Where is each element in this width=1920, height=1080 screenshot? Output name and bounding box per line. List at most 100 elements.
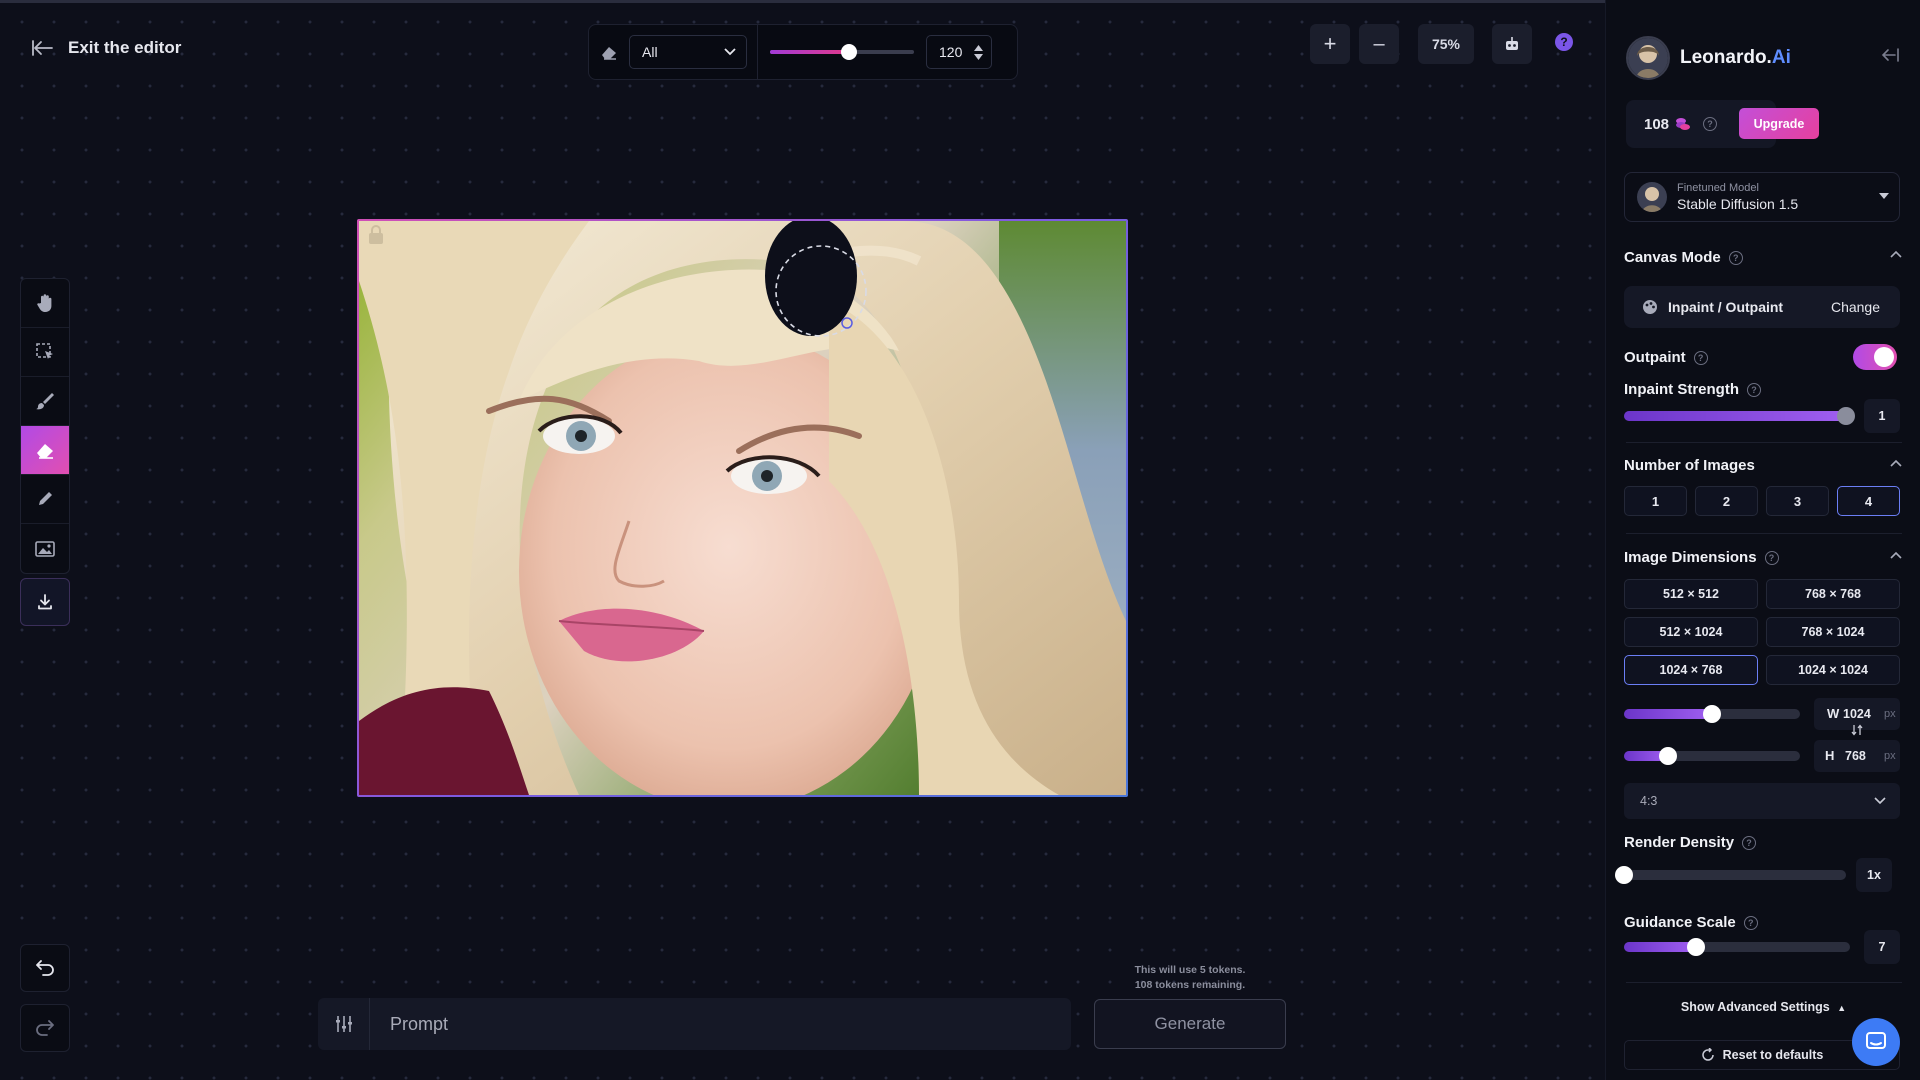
dimension-option-512x512[interactable]: 512 × 512 bbox=[1624, 579, 1758, 609]
select-tool-button[interactable] bbox=[21, 328, 69, 377]
dimension-option-512x1024[interactable]: 512 × 1024 bbox=[1624, 617, 1758, 647]
hand-icon bbox=[37, 294, 52, 312]
robot-button[interactable] bbox=[1492, 24, 1532, 64]
render-density-help-icon[interactable]: ? bbox=[1742, 835, 1757, 850]
model-selector[interactable]: Finetuned Model Stable Diffusion 1.5 bbox=[1624, 172, 1900, 222]
inpaint-strength-value[interactable]: 1 bbox=[1864, 399, 1900, 433]
dimension-option-1024x1024[interactable]: 1024 × 1024 bbox=[1766, 655, 1900, 685]
zoom-out-button[interactable]: – bbox=[1359, 24, 1399, 64]
num-images-option-2[interactable]: 2 bbox=[1695, 486, 1758, 516]
brush-size-fill bbox=[770, 50, 850, 54]
pencil-tool-button[interactable] bbox=[21, 475, 69, 524]
canvas-mode-title: Canvas Mode bbox=[1624, 249, 1721, 266]
eraser-tool-button[interactable] bbox=[21, 426, 69, 475]
width-slider[interactable] bbox=[1624, 705, 1800, 723]
dimensions-help-icon[interactable]: ? bbox=[1764, 550, 1779, 565]
eraser-icon bbox=[37, 444, 53, 459]
render-density-title: Render Density bbox=[1624, 834, 1735, 851]
undo-icon bbox=[36, 960, 54, 976]
chat-icon bbox=[1866, 1032, 1886, 1049]
reset-defaults-label: Reset to defaults bbox=[1722, 1048, 1824, 1062]
chevron-up-icon[interactable] bbox=[1890, 250, 1902, 258]
change-mode-button[interactable]: Change bbox=[1831, 299, 1880, 315]
generate-button[interactable]: Generate bbox=[1094, 999, 1286, 1049]
brush-size-input[interactable]: 120 bbox=[926, 35, 992, 69]
inpaint-strength-label: Inpaint Strength bbox=[1624, 381, 1739, 398]
zoom-in-button[interactable]: + bbox=[1310, 24, 1350, 64]
exit-editor-button[interactable]: Exit the editor bbox=[32, 38, 181, 58]
zoom-level-button[interactable]: 75% bbox=[1418, 24, 1474, 64]
num-images-option-4[interactable]: 4 bbox=[1837, 486, 1900, 516]
show-advanced-settings-button[interactable]: Show Advanced Settings ▲ bbox=[1606, 1000, 1920, 1014]
prompt-input[interactable] bbox=[370, 998, 1071, 1050]
render-density-slider[interactable] bbox=[1615, 866, 1846, 884]
stepper-icon[interactable] bbox=[974, 44, 983, 60]
outpaint-help-icon[interactable]: ? bbox=[1693, 350, 1708, 365]
dimension-option-768x768[interactable]: 768 × 768 bbox=[1766, 579, 1900, 609]
canvas-mode-help-icon[interactable]: ? bbox=[1728, 250, 1743, 265]
support-chat-button[interactable] bbox=[1852, 1018, 1900, 1066]
swap-dimensions-icon[interactable] bbox=[1851, 724, 1863, 736]
dimensions-title: Image Dimensions bbox=[1624, 549, 1757, 566]
section-divider bbox=[1626, 982, 1902, 983]
width-thumb[interactable] bbox=[1703, 705, 1721, 723]
brush-tool-button[interactable] bbox=[21, 377, 69, 426]
brush-size-slider[interactable] bbox=[770, 42, 914, 62]
undo-button[interactable] bbox=[20, 944, 70, 992]
density-thumb[interactable] bbox=[1615, 866, 1633, 884]
guidance-scale-value[interactable]: 7 bbox=[1864, 930, 1900, 964]
prompt-settings-button[interactable] bbox=[318, 998, 370, 1050]
canvas-mode-value: Inpaint / Outpaint bbox=[1668, 299, 1784, 315]
image-tool-button[interactable] bbox=[21, 524, 69, 573]
render-density-value[interactable]: 1x bbox=[1856, 858, 1892, 892]
dimensions-header: Image Dimensions ? bbox=[1624, 549, 1779, 566]
download-button[interactable] bbox=[20, 578, 70, 626]
dimension-option-768x1024[interactable]: 768 × 1024 bbox=[1766, 617, 1900, 647]
redo-button[interactable] bbox=[20, 1004, 70, 1052]
num-images-option-1[interactable]: 1 bbox=[1624, 486, 1687, 516]
upgrade-button[interactable]: Upgrade bbox=[1739, 108, 1819, 139]
num-images-option-3[interactable]: 3 bbox=[1766, 486, 1829, 516]
collapse-panel-button[interactable] bbox=[1880, 48, 1900, 67]
canvas-image-frame[interactable] bbox=[357, 219, 1128, 797]
upgrade-label: Upgrade bbox=[1753, 116, 1805, 131]
sliders-icon bbox=[335, 1016, 352, 1032]
brand-name: Leonardo.Ai bbox=[1680, 47, 1791, 69]
caret-down-icon bbox=[1879, 193, 1889, 199]
plus-icon: + bbox=[1323, 31, 1337, 56]
inpaint-strength-slider[interactable] bbox=[1624, 407, 1855, 425]
dimension-option-1024x768[interactable]: 1024 × 768 bbox=[1624, 655, 1758, 685]
token-cost-line: This will use 5 tokens. bbox=[1134, 964, 1246, 976]
chevron-down-icon bbox=[1874, 797, 1886, 805]
pan-tool-button[interactable] bbox=[21, 279, 69, 328]
height-slider[interactable] bbox=[1624, 747, 1800, 765]
minus-icon: – bbox=[1373, 32, 1385, 55]
token-help-icon[interactable]: ? bbox=[1703, 117, 1718, 131]
avatar[interactable] bbox=[1626, 36, 1670, 80]
height-thumb[interactable] bbox=[1659, 747, 1677, 765]
canvas-toolbar: All 120 bbox=[588, 24, 1018, 80]
outpaint-toggle[interactable] bbox=[1853, 344, 1897, 370]
generate-label: Generate bbox=[1154, 1014, 1226, 1033]
inpaint-strength-header: Inpaint Strength ? bbox=[1624, 381, 1761, 398]
inpaint-strength-help-icon[interactable]: ? bbox=[1747, 382, 1761, 397]
guidance-scale-slider[interactable] bbox=[1624, 938, 1850, 956]
mask-mode-select[interactable]: All bbox=[629, 35, 747, 69]
guidance-scale-help-icon[interactable]: ? bbox=[1743, 915, 1758, 930]
outpaint-label: Outpaint bbox=[1624, 349, 1686, 366]
help-icon[interactable]: ? bbox=[1555, 33, 1573, 51]
toolbar-divider bbox=[757, 25, 758, 79]
brush-size-thumb[interactable] bbox=[841, 44, 858, 60]
aspect-ratio-select[interactable]: 4:3 bbox=[1624, 783, 1900, 819]
guidance-thumb[interactable] bbox=[1687, 938, 1706, 956]
density-track bbox=[1624, 870, 1846, 880]
guidance-scale-header: Guidance Scale ? bbox=[1624, 914, 1758, 931]
redo-icon bbox=[36, 1020, 54, 1036]
chevron-up-icon[interactable] bbox=[1890, 551, 1902, 559]
render-density-header: Render Density ? bbox=[1624, 834, 1757, 851]
exit-editor-label: Exit the editor bbox=[68, 38, 182, 57]
chevron-up-icon[interactable] bbox=[1890, 459, 1902, 467]
model-name: Stable Diffusion 1.5 bbox=[1677, 196, 1799, 212]
mask-mode-value: All bbox=[642, 44, 658, 60]
inpaint-thumb[interactable] bbox=[1837, 407, 1855, 425]
